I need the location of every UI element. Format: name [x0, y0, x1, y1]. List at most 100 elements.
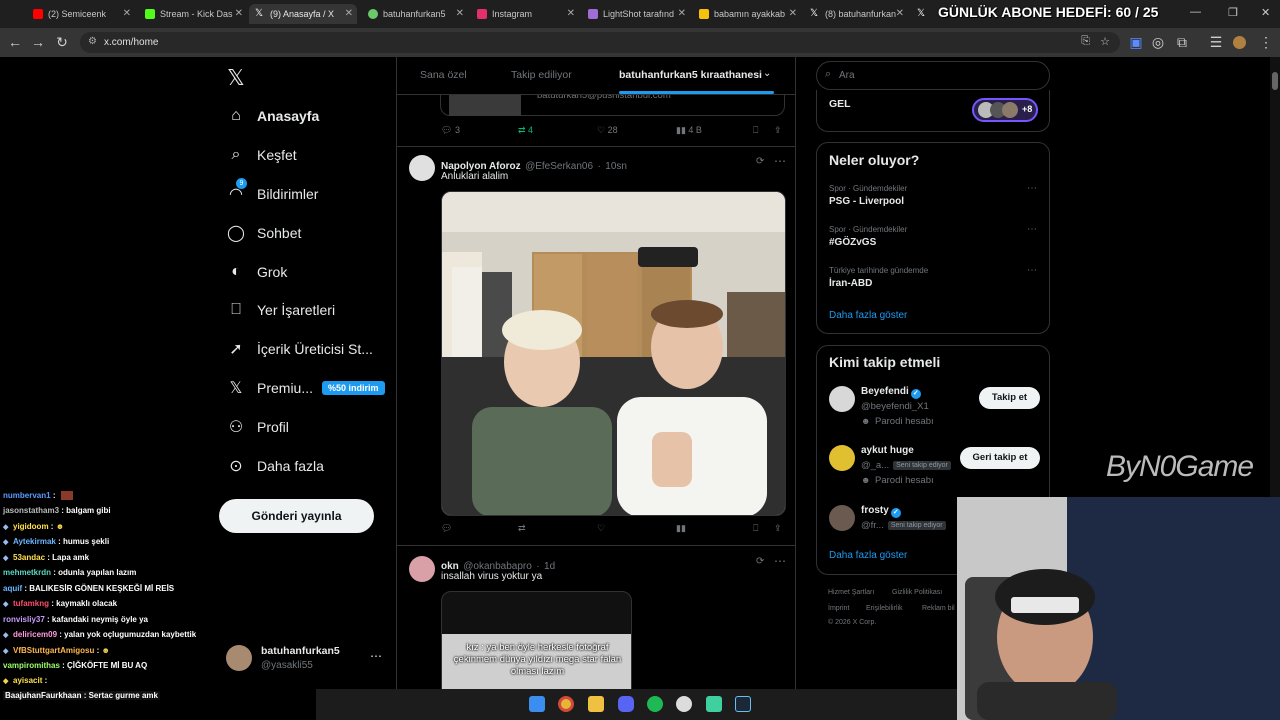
nav-chat[interactable]: ◯ Sohbet	[227, 218, 301, 248]
repost-button[interactable]: ⇄	[518, 523, 526, 534]
show-more-trends[interactable]: Daha fazla göster	[829, 310, 907, 321]
tab-following[interactable]: Takip ediliyor	[511, 69, 572, 81]
more-dots-icon[interactable]: ⋯	[1027, 265, 1037, 276]
close-tab-icon[interactable]: ✕	[456, 8, 464, 19]
more-dots-icon[interactable]: ⋯	[1027, 224, 1037, 235]
share-icon[interactable]: ⇪	[774, 125, 782, 136]
footer-link[interactable]: Reklam bil	[922, 605, 955, 612]
obs-icon[interactable]	[676, 696, 692, 712]
follow-button[interactable]: Takip et	[979, 387, 1040, 409]
more-dots-icon[interactable]: ⋯	[774, 554, 786, 568]
user-name[interactable]: frosty ✓	[861, 505, 901, 518]
close-tab-icon[interactable]: ✕	[567, 8, 575, 19]
x-logo-icon[interactable]: 𝕏	[227, 65, 245, 91]
nav-creator-studio[interactable]: ➚ İçerik Üreticisi St...	[227, 334, 373, 364]
scrollbar[interactable]	[1270, 57, 1280, 497]
grok-icon[interactable]: ⟳	[756, 156, 764, 167]
user-name[interactable]: aykut huge	[861, 445, 914, 456]
profile-avatar-icon[interactable]	[1233, 36, 1246, 49]
nav-explore[interactable]: ⌕ Keşfet	[227, 140, 297, 170]
close-tab-icon[interactable]: ✕	[123, 8, 131, 19]
close-tab-icon[interactable]: ✕	[345, 8, 353, 19]
back-icon[interactable]: ←	[7, 34, 23, 50]
browser-tab[interactable]: Instagram ✕	[471, 4, 579, 24]
like-button[interactable]: ♡	[597, 523, 605, 534]
avatar[interactable]	[829, 386, 855, 412]
account-switcher[interactable]: batuhanfurkan5 @yasakli55 ⋯	[226, 643, 386, 679]
more-dots-icon[interactable]: ⋯	[1027, 183, 1037, 194]
footer-link[interactable]: Hizmet Şartları	[828, 589, 874, 596]
show-more-follow[interactable]: Daha fazla göster	[829, 550, 907, 561]
avatar[interactable]	[829, 505, 855, 531]
nav-profile[interactable]: ⚇ Profil	[227, 412, 289, 442]
footer-link[interactable]: İmprint	[828, 605, 849, 612]
browser-tab[interactable]: Stream - Kick Das ✕	[139, 4, 247, 24]
menu-kebab-icon[interactable]: ⋮	[1258, 34, 1274, 51]
search-input[interactable]: ⌕ Ara	[816, 61, 1050, 90]
puzzle-icon[interactable]: ⧉	[1174, 34, 1190, 51]
browser-tab[interactable]: (2) Semiceenk ✕	[27, 4, 135, 24]
bookmark-icon[interactable]: ⎕	[753, 125, 758, 136]
more-dots-icon[interactable]: ⋯	[774, 154, 786, 168]
extension-icon[interactable]: ▣	[1128, 34, 1144, 51]
close-tab-icon[interactable]: ✕	[678, 8, 686, 19]
browser-tab[interactable]: babamın ayakkab ✕	[693, 4, 801, 24]
close-window-icon[interactable]: ✕	[1261, 6, 1270, 19]
address-bar[interactable]: ⚙ x.com/home ⎘ ☆	[80, 32, 1120, 53]
forward-icon[interactable]: →	[30, 34, 46, 50]
views-button[interactable]: ▮▮ 4 B	[676, 125, 702, 136]
reply-button[interactable]: 💬︎	[441, 523, 452, 534]
chevron-down-icon[interactable]: ⌄	[763, 68, 771, 79]
browser-tab[interactable]: batuhanfurkan5 ✕	[362, 4, 468, 24]
nav-grok[interactable]: ◐ Grok	[227, 257, 287, 287]
nav-premium[interactable]: 𝕏 Premiu...	[227, 373, 313, 403]
nav-home[interactable]: ⌂ Anasayfa	[227, 101, 319, 131]
file-explorer-icon[interactable]	[588, 696, 604, 712]
tweet-photo[interactable]	[441, 191, 786, 516]
browser-tab[interactable]: LightShot tarafınd ✕	[582, 4, 690, 24]
footer-link[interactable]: Erişilebilirlik	[866, 605, 903, 612]
author-handle[interactable]: @EfeSerkan06	[525, 161, 593, 172]
live-space-card[interactable]: GEL +8	[816, 90, 1050, 132]
tab-community[interactable]: batuhanfurkan5 kıraathanesi	[619, 69, 762, 81]
follow-back-button[interactable]: Geri takip et	[960, 447, 1040, 469]
nav-bookmarks[interactable]: ⎕ Yer İşaretleri	[227, 295, 335, 325]
user-name[interactable]: Beyefendi ✓	[861, 386, 921, 399]
nav-notifications[interactable]: ◠ 9 Bildirimler	[227, 178, 318, 209]
nav-more[interactable]: ⊙ Daha fazla	[227, 451, 324, 481]
tweet-time[interactable]: 10sn	[605, 161, 627, 172]
share-icon[interactable]: ⇪	[774, 523, 782, 534]
app-icon[interactable]	[706, 696, 722, 712]
avatar[interactable]	[829, 445, 855, 471]
windows-start-icon[interactable]	[529, 696, 545, 712]
post-button[interactable]: Gönderi yayınla	[219, 499, 374, 533]
install-app-icon[interactable]: ⎘	[1081, 35, 1090, 48]
reply-button[interactable]: 💬︎ 3	[441, 125, 460, 136]
scrollbar-thumb[interactable]	[1272, 72, 1278, 90]
browser-tab-active[interactable]: 𝕏 (9) Anasayfa / X ✕	[249, 4, 357, 24]
like-button[interactable]: ♡ 28	[597, 125, 618, 136]
tweet-time[interactable]: 1d	[544, 561, 555, 572]
close-tab-icon[interactable]: ✕	[896, 8, 904, 19]
bookmark-icon[interactable]: ⎕	[753, 523, 758, 534]
close-tab-icon[interactable]: ✕	[789, 8, 797, 19]
repost-button[interactable]: ⇄ 4	[518, 125, 533, 136]
discord-icon[interactable]	[618, 696, 634, 712]
close-tab-icon[interactable]: ✕	[235, 8, 243, 19]
tab-for-you[interactable]: Sana özel	[420, 69, 467, 81]
minimize-icon[interactable]: —	[1190, 6, 1201, 18]
browser-tab[interactable]: 𝕏	[911, 4, 935, 24]
spotify-icon[interactable]	[647, 696, 663, 712]
site-info-icon[interactable]: ⚙	[88, 36, 97, 47]
chrome-icon[interactable]	[558, 696, 574, 712]
views-button[interactable]: ▮▮	[676, 523, 686, 534]
reload-icon[interactable]: ↻	[54, 34, 70, 51]
star-icon[interactable]: ☆	[1100, 35, 1110, 48]
grok-icon[interactable]: ⟳	[756, 556, 764, 567]
steam-icon[interactable]	[735, 696, 751, 712]
premium-discount-badge[interactable]: %50 indirim	[322, 381, 385, 395]
maximize-icon[interactable]: ❐	[1228, 6, 1238, 19]
browser-tab[interactable]: 𝕏 (8) batuhanfurkan ✕	[804, 4, 908, 24]
extension-icon[interactable]: ◎	[1150, 34, 1166, 51]
media-icon[interactable]: ☰	[1208, 34, 1224, 51]
